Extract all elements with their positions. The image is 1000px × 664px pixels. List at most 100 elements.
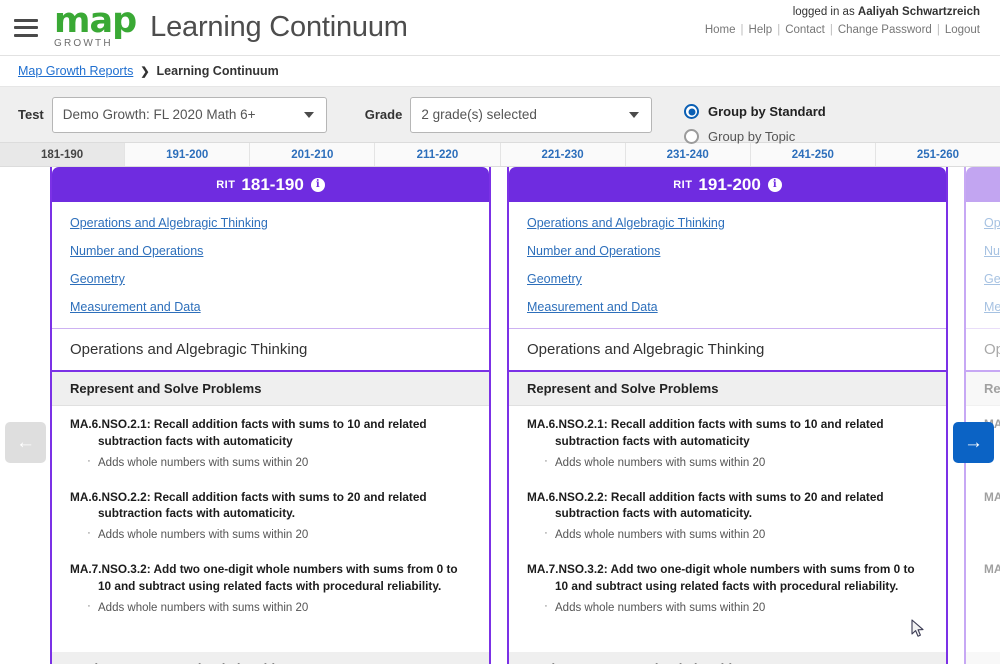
subskill-text: Adds whole numbers with sums within 20 — [555, 456, 766, 469]
rit-card-header: RIT 191-200 i — [509, 167, 946, 202]
nav-link-help[interactable]: Help — [749, 24, 773, 36]
strand-header: Analyze Patterns and Relationships — [509, 651, 946, 664]
user-name: Aaliyah Schwartzreich — [857, 6, 980, 18]
tab-rit-251-260[interactable]: 251-260 — [875, 143, 1000, 166]
continuum-stage: RIT 181-190 i Operations and Algebragic … — [0, 167, 1000, 664]
standard-statement: MA.7.NSO.3.2: Add two one-digit whole nu… — [70, 561, 471, 595]
domain-link-number-and-operations[interactable]: Number and Operations — [527, 244, 928, 258]
standard-item: MA.6.NSO.2.1: Recall addition facts with… — [527, 416, 928, 471]
domain-link-operations-algebragic-thinking[interactable]: Operations and Algebragic Thinking — [527, 216, 928, 230]
filter-bar: Test Demo Growth: FL 2020 Math 6+ Grade … — [0, 87, 1000, 144]
standard-text: Add two one-digit whole numbers with sum… — [555, 562, 915, 593]
domain-link-operations-algebragic-thinking[interactable]: Operations and Algebragic Thinking — [984, 216, 1000, 230]
domain-title: Operations and Algebragic Thinking — [52, 329, 489, 372]
subskill-text: Adds whole numbers with sums within 20 — [98, 456, 309, 469]
nav-separator: | — [777, 24, 781, 36]
breadcrumb-link-map-growth-reports[interactable]: Map Growth Reports — [18, 64, 133, 78]
subskill-row: · Adds whole numbers with sums within 20 — [527, 527, 928, 543]
strand-header: Analyze Patterns and Relationships — [52, 651, 489, 664]
tab-rit-221-230[interactable]: 221-230 — [500, 143, 626, 166]
rit-prefix-label: RIT — [673, 178, 693, 191]
standard-statement: MA.6.NSO.2.1: Recall addition facts with… — [70, 416, 471, 450]
strand-header: Represent and Solve Problems — [52, 372, 489, 406]
standard-code: MA.7.NSO.3.2: — [70, 562, 151, 577]
tab-rit-211-220[interactable]: 211-220 — [375, 143, 501, 166]
standard-code: MA.6.NSO.2.1: — [527, 417, 608, 431]
rit-prefix-label: RIT — [216, 178, 236, 191]
nav-separator: | — [740, 24, 744, 36]
logged-in-status: logged in as Aaliyah Schwartzreich — [705, 6, 980, 18]
standard-text: Add two one-digit whole numbers with sum… — [98, 562, 458, 593]
nav-separator: | — [936, 24, 940, 36]
strand-header: Represent and Solve Problems — [509, 372, 946, 406]
standard-code: MA.6.NSO.2.2: — [527, 489, 608, 504]
rit-card-header: RIT 201-210 i — [966, 167, 1000, 202]
grade-select-value: 2 grade(s) selected — [421, 107, 537, 122]
subskill-row: · Adds whole numbers with sums within 20 — [70, 600, 471, 616]
radio-group-by-standard-label: Group by Standard — [708, 104, 826, 119]
continuum-card-carousel: RIT 181-190 i Operations and Algebragic … — [50, 167, 1000, 664]
tab-rit-201-210[interactable]: 201-210 — [250, 143, 376, 166]
bullet-icon: · — [544, 454, 548, 467]
chevron-down-icon — [629, 111, 640, 118]
standard-list: MA.6.NSO.2.1: Recall addition facts with… — [509, 406, 946, 652]
domain-link-number-and-operations[interactable]: Number and Operations — [984, 244, 1000, 258]
tab-rit-191-200[interactable]: 191-200 — [125, 143, 251, 166]
bullet-icon: · — [87, 527, 91, 540]
standard-list: MA.6.NSO.2.1: Recall addition facts with… — [52, 406, 489, 652]
subskill-row: · Adds whole numbers with sums within 20 — [984, 527, 1000, 543]
subskill-text: Adds whole numbers with sums within 20 — [555, 529, 766, 542]
top-header: map GROWTH Learning Continuum logged in … — [0, 0, 1000, 56]
domain-link-geometry[interactable]: Geometry — [527, 272, 928, 286]
domain-link-measurement-and-data[interactable]: Measurement and Data — [70, 300, 471, 314]
test-select[interactable]: Demo Growth: FL 2020 Math 6+ — [51, 96, 327, 133]
rit-card-header: RIT 181-190 i — [52, 167, 489, 202]
nav-link-logout[interactable]: Logout — [945, 24, 980, 36]
domain-title: Operations and Algebragic Thinking — [509, 329, 946, 372]
standard-statement: MA.6.NSO.2.1: Recall addition facts with… — [527, 416, 928, 450]
rit-card: RIT 191-200 i Operations and Algebragic … — [507, 167, 948, 664]
nav-link-contact[interactable]: Contact — [785, 24, 825, 36]
info-icon[interactable]: i — [310, 177, 325, 192]
grade-select[interactable]: 2 grade(s) selected — [410, 96, 653, 133]
nav-link-home[interactable]: Home — [705, 24, 736, 36]
radio-group-by-topic-label: Group by Topic — [708, 129, 796, 144]
radio-group-by-standard[interactable]: Group by Standard — [684, 99, 826, 124]
standard-statement: MA.6.NSO.2.2: Recall addition facts with… — [984, 489, 1000, 523]
domain-link-geometry[interactable]: Geometry — [70, 272, 471, 286]
bullet-icon: · — [544, 599, 548, 612]
domain-link-geometry[interactable]: Geometry — [984, 272, 1000, 286]
grade-label: Grade — [364, 107, 403, 122]
radio-group-by-topic[interactable]: Group by Topic — [684, 124, 826, 149]
domain-link-measurement-and-data[interactable]: Measurement and Data — [527, 300, 928, 314]
standard-code: MA.7.NSO.3.2: — [984, 562, 1000, 577]
subskill-row: · Adds whole numbers with sums within 20 — [527, 600, 928, 616]
subskill-text: Adds whole numbers with sums within 20 — [98, 529, 309, 542]
bullet-icon: · — [87, 599, 91, 612]
domain-title: Operations and Algebragic Thinking — [966, 329, 1000, 372]
nav-link-change-password[interactable]: Change Password — [838, 24, 932, 36]
radio-button-icon[interactable] — [684, 104, 699, 119]
carousel-next-button[interactable]: → — [953, 422, 994, 463]
bullet-icon: · — [87, 454, 91, 467]
standard-item: MA.6.NSO.2.2: Recall addition facts with… — [984, 489, 1000, 544]
logged-in-prefix: logged in as — [792, 6, 855, 18]
info-icon[interactable]: i — [767, 177, 782, 192]
domain-link-measurement-and-data[interactable]: Measurement and Data — [984, 300, 1000, 314]
test-select-value: Demo Growth: FL 2020 Math 6+ — [62, 107, 256, 122]
carousel-prev-button[interactable]: ← — [5, 422, 46, 463]
radio-button-icon[interactable] — [684, 129, 699, 144]
group-by-radio-group: Group by Standard Group by Topic — [684, 99, 826, 149]
standard-code: MA.6.NSO.2.1: — [70, 417, 151, 431]
tab-rit-181-190[interactable]: 181-190 — [0, 143, 126, 166]
hamburger-icon[interactable] — [14, 18, 38, 37]
standard-statement: MA.7.NSO.3.2: Add two one-digit whole nu… — [984, 561, 1000, 595]
test-label: Test — [18, 107, 44, 122]
logo-map-text: map — [54, 1, 137, 41]
domain-link-number-and-operations[interactable]: Number and Operations — [70, 244, 471, 258]
domain-link-operations-algebragic-thinking[interactable]: Operations and Algebragic Thinking — [70, 216, 471, 230]
standard-statement: MA.7.NSO.3.2: Add two one-digit whole nu… — [527, 561, 928, 595]
bullet-icon: · — [994, 600, 1000, 616]
breadcrumb-current: Learning Continuum — [156, 64, 279, 78]
domain-link-list: Operations and Algebragic Thinking Numbe… — [966, 202, 1000, 329]
